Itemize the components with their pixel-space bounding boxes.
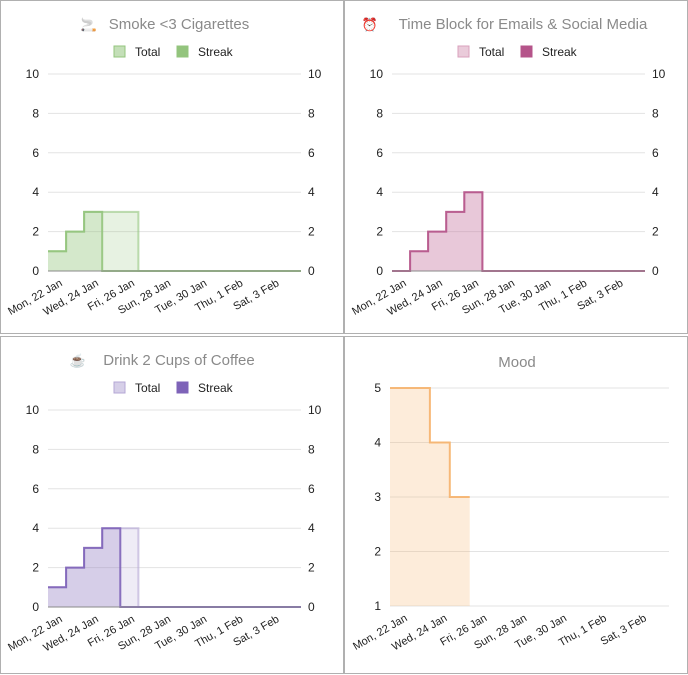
y-tick-label-right: 2 <box>652 225 659 239</box>
chart-svg: Mood12345Mon, 22 JanWed, 24 JanFri, 26 J… <box>351 354 669 653</box>
y-tick-label: 3 <box>374 490 381 504</box>
y-tick-label-right: 10 <box>308 403 322 417</box>
y-tick-label-right: 2 <box>308 561 315 575</box>
y-tick-label-right: 8 <box>652 106 659 120</box>
legend-label-total: Total <box>135 381 160 395</box>
y-tick-label: 10 <box>26 67 40 81</box>
y-tick-label-right: 6 <box>308 482 315 496</box>
y-tick-label: 8 <box>32 106 39 120</box>
chart-panel-time-block: ⏰ Time Block for Emails & Social Media Tot… <box>344 0 688 334</box>
chart-panel-smoke: 🚬 Smoke <3 Cigarettes Total Streak 0 0 2 2 4 4 6 6 8… <box>0 0 344 334</box>
legend-label-streak: Streak <box>198 381 234 395</box>
legend-label-streak: Streak <box>198 45 234 59</box>
y-tick-label-right: 2 <box>308 225 315 239</box>
y-tick-label: 4 <box>32 185 39 199</box>
legend-label-total: Total <box>479 45 504 59</box>
legend-label-streak: Streak <box>542 45 578 59</box>
y-tick-label: 6 <box>376 146 383 160</box>
chart-title: Smoke <3 Cigarettes <box>109 16 250 33</box>
coffee-icon: ☕ <box>70 352 86 368</box>
chart-title: Mood <box>498 354 536 371</box>
chart-title: Drink 2 Cups of Coffee <box>103 352 254 369</box>
chart-svg: ☕ Drink 2 Cups of Coffee Total Streak 0 0 2 2 4 4… <box>6 352 322 654</box>
chart-panel-mood: Mood 1 2 3 4 5 Mon, 22 Jan Wed, 24 Jan Fri, 26 J… <box>344 336 688 674</box>
y-tick-label-right: 4 <box>308 185 315 199</box>
y-tick-label: 0 <box>32 600 39 614</box>
y-tick-label: 2 <box>32 561 39 575</box>
legend-swatch-total <box>457 45 470 58</box>
y-tick-label-right: 0 <box>308 600 315 614</box>
legend-swatch-streak <box>520 45 533 58</box>
y-tick-label-right: 6 <box>308 146 315 160</box>
legend-label-total: Total <box>135 45 160 59</box>
y-tick-label-right: 10 <box>308 67 322 81</box>
alarm-clock-icon: ⏰ <box>362 16 378 32</box>
y-tick-label: 2 <box>376 225 383 239</box>
y-tick-label: 2 <box>32 225 39 239</box>
legend-swatch-total <box>113 381 126 394</box>
y-tick-label: 4 <box>376 185 383 199</box>
chart-svg: ⏰ Time Block for Emails & Social Media Tot… <box>350 16 666 318</box>
y-tick-label-right: 0 <box>308 264 315 278</box>
y-tick-label-right: 10 <box>652 67 666 81</box>
y-tick-label: 6 <box>32 482 39 496</box>
y-tick-label-right: 6 <box>652 146 659 160</box>
y-tick-label: 8 <box>32 442 39 456</box>
legend-swatch-streak <box>176 45 189 58</box>
chart-title: Time Block for Emails & Social Media <box>399 16 648 33</box>
chart-panel-coffee: ☕ Drink 2 Cups of Coffee Total Streak 0 0 2 2 4 4… <box>0 336 344 674</box>
y-tick-label-right: 8 <box>308 106 315 120</box>
y-tick-label: 5 <box>374 381 381 395</box>
cigarette-icon: 🚬 <box>81 17 97 32</box>
series-area-streak <box>48 211 301 271</box>
y-tick-label: 4 <box>32 521 39 535</box>
legend-swatch-streak <box>176 381 189 394</box>
y-tick-label: 2 <box>374 545 381 559</box>
y-tick-label: 1 <box>374 599 381 613</box>
y-tick-label: 6 <box>32 146 39 160</box>
y-tick-label-right: 4 <box>652 185 659 199</box>
y-tick-label: 10 <box>370 67 384 81</box>
y-tick-label-right: 4 <box>308 521 315 535</box>
y-tick-label: 0 <box>32 264 39 278</box>
x-tick-label: Sat, 3 Feb <box>599 612 649 648</box>
y-tick-label: 8 <box>376 106 383 120</box>
chart-svg: 🚬 Smoke <3 Cigarettes Total Streak 0 0 2 2 4 4 6 6 8… <box>6 16 322 318</box>
y-tick-label: 0 <box>376 264 383 278</box>
y-tick-label: 10 <box>26 403 40 417</box>
y-tick-label: 4 <box>374 436 381 450</box>
y-tick-label-right: 8 <box>308 442 315 456</box>
legend-swatch-total <box>113 45 126 58</box>
y-tick-label-right: 0 <box>652 264 659 278</box>
